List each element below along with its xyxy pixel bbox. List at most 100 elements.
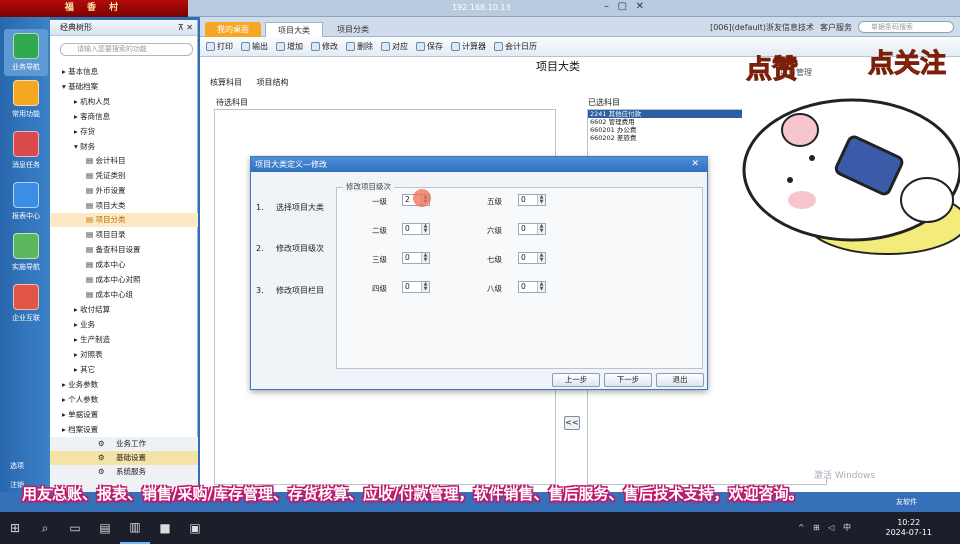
tree-item[interactable]: ▤ 项目目录 [50,228,198,242]
tree-item[interactable]: ▸ 生产制造 [50,333,198,347]
tree-item[interactable]: ▸ 存货 [50,125,198,139]
exit-button[interactable]: 退出 [656,373,704,387]
spinner-arrows-icon[interactable]: ▲▼ [537,195,545,205]
tree-item[interactable]: ▸ 档案设置 [50,423,198,437]
rail-item-5[interactable]: 实施导航 [4,233,48,272]
tree-item-label: 生产制造 [80,335,111,344]
tab-my-desktop[interactable]: 我的桌面 [205,22,261,37]
tree-item[interactable]: ▤ 会计科目 [50,154,198,168]
tree-item-label: 基础档案 [68,82,99,91]
task-view-icon[interactable]: ▭ [60,512,90,544]
next-step-button[interactable]: 下一步 [604,373,652,387]
tree-item[interactable]: ▸ 客商信息 [50,110,198,124]
toolbar-button-5[interactable]: 删除 [346,41,373,52]
recorder-app-icon[interactable]: ■ [150,512,180,544]
toolbar-button-6[interactable]: 对应 [381,41,408,52]
rail-item-4[interactable]: 报表中心 [4,182,48,221]
rail-item-6[interactable]: 企业互联 [4,284,48,323]
tree-item[interactable]: ▤ 外币设置 [50,184,198,198]
remote-desktop-icon[interactable]: ▣ [180,512,210,544]
bottom-nav-3[interactable]: ⚙ 系统服务 [50,465,198,479]
spinner-arrows-icon[interactable]: ▲▼ [537,253,545,263]
toolbar-button-7[interactable]: 保存 [416,41,443,52]
spinner-arrows-icon[interactable]: ▲▼ [421,224,429,234]
taskbar-clock[interactable]: 10:22 2024-07-11 [886,518,933,538]
tree-search-input[interactable]: 请输入您要搜索的功能 [60,43,193,56]
tree-item[interactable]: ▸ 对照表 [50,348,198,362]
toolbar-button-8[interactable]: 计算器 [451,41,486,52]
system-tray[interactable]: ^ ⊞ ◁ 中 [798,522,854,533]
report-icon [13,182,39,208]
tree-item-label: 对照表 [80,350,103,359]
rail-item-3[interactable]: 消息任务 [4,131,48,170]
tree-item[interactable]: ▤ 凭证类别 [50,169,198,183]
file-explorer-icon[interactable]: ▤ [90,512,120,544]
subtab-accounting-subject[interactable]: 核算科目 [210,78,242,87]
tree-item[interactable]: ▸ 机构人员 [50,95,198,109]
tree-item[interactable]: ▤ 成本中心 [50,258,198,272]
bottom-nav-1[interactable]: ⚙ 业务工作 [50,437,198,451]
top-right-tools: [006](default)浙友信息技术 客户服务 单据条码搜索 [710,21,954,33]
toolbar-button-3[interactable]: 增加 [276,41,303,52]
tree-item[interactable]: ▾ 基础档案 [50,80,198,94]
toolbar-icon [206,42,215,51]
tab-project-classification[interactable]: 项目分类 [325,22,381,37]
close-button[interactable]: ✕ [636,1,644,12]
service-menu[interactable]: 客户服务 [820,22,852,33]
tree-item[interactable]: ▤ 成本中心对照 [50,273,198,287]
start-button[interactable]: ⊞ [0,512,30,544]
level-stepper-6[interactable]: 0 ▲ ▼ [518,223,546,235]
level-stepper-7[interactable]: 0 ▲ ▼ [518,252,546,264]
maximize-button[interactable]: ▢ [618,1,627,12]
tree-item[interactable]: ▤ 项目分类 [50,213,198,227]
level-stepper-3[interactable]: 0 ▲ ▼ [402,252,430,264]
tree-item[interactable]: ▤ 项目大类 [50,199,198,213]
spinner-arrows-icon[interactable]: ▲▼ [421,282,429,292]
tree-item[interactable]: ▸ 其它 [50,363,198,377]
rail-item-2[interactable]: 常用功能 [4,80,48,119]
tree-item[interactable]: ▤ 备查科目设置 [50,243,198,257]
tree-item[interactable]: ▸ 基本信息 [50,65,198,79]
tab-strip: 我的桌面 项目大类 项目分类 [006](default)浙友信息技术 客户服务… [200,17,960,37]
barcode-search-input[interactable]: 单据条码搜索 [858,21,954,33]
toolbar-button-4[interactable]: 修改 [311,41,338,52]
tree-item[interactable]: ▸ 收付结算 [50,303,198,317]
rail-bottom-link-1[interactable]: 选项 [10,457,24,476]
spinner-arrows-icon[interactable]: ▲▼ [421,253,429,263]
level-stepper-2[interactable]: 0 ▲ ▼ [402,223,430,235]
subtab-project-structure[interactable]: 项目结构 [257,78,289,87]
level-stepper-8[interactable]: 0 ▲ ▼ [518,281,546,293]
spinner-arrows-icon[interactable]: ▲▼ [537,282,545,292]
toolbar-button-9[interactable]: 会计日历 [494,41,537,52]
tree-item[interactable]: ▤ 成本中心组 [50,288,198,302]
bottom-nav-label: 系统服务 [116,467,146,476]
toolbar-icon [494,42,503,51]
gear-icon: ⚙ [98,439,105,448]
level-value: 0 [521,282,526,291]
tree-item-label: 项目大类 [95,201,126,210]
gear-icon: ⚙ [98,453,105,462]
tree-item[interactable]: ▸ 业务参数 [50,378,198,392]
level-stepper-4[interactable]: 0 ▲ ▼ [402,281,430,293]
tree-item[interactable]: ▸ 业务 [50,318,198,332]
tree-item[interactable]: ▾ 财务 [50,140,198,154]
tree-item[interactable]: ▸ 单据设置 [50,408,198,422]
level-stepper-5[interactable]: 0 ▲ ▼ [518,194,546,206]
tab-project-category[interactable]: 项目大类 [265,22,323,37]
dialog-close-icon[interactable]: ✕ [691,157,699,172]
tree-header-tools[interactable]: ⊼ ✕ [178,20,193,36]
minimize-button[interactable]: – [604,1,609,12]
rail-item-label: 企业互联 [12,314,40,322]
step-3-label: 修改项目栏目 [276,286,324,295]
toolbar-button-1[interactable]: 打印 [206,41,233,52]
search-icon[interactable]: ⌕ [30,512,60,544]
bottom-nav-2[interactable]: ⚙ 基础设置 [50,451,198,465]
rail-item-1[interactable]: 业务导航 [4,29,48,76]
ufida-app-icon[interactable]: ▥ [120,512,150,544]
prev-step-button[interactable]: 上一步 [552,373,600,387]
tree-item[interactable]: ▸ 个人参数 [50,393,198,407]
tree-item-label: 项目分类 [95,215,126,224]
toolbar-button-2[interactable]: 输出 [241,41,268,52]
move-left-button[interactable]: << [564,416,580,430]
spinner-arrows-icon[interactable]: ▲▼ [537,224,545,234]
